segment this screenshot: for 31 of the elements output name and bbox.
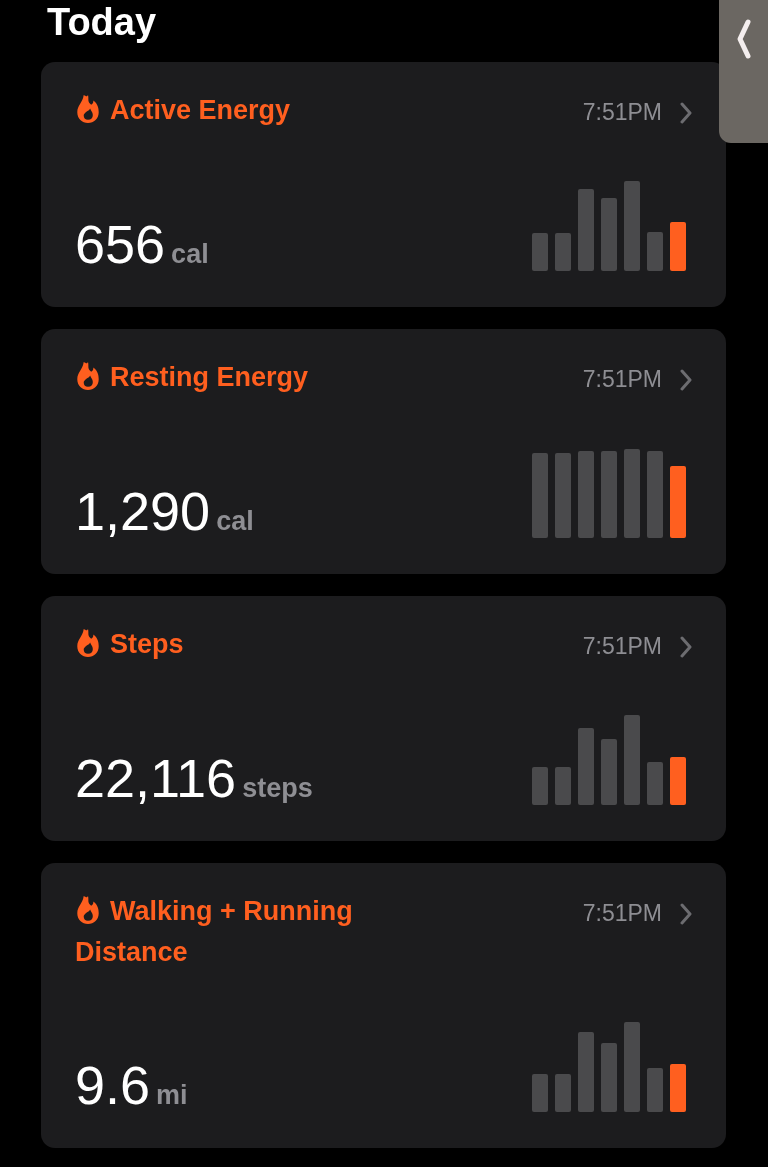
chevron-right-icon <box>680 635 692 658</box>
chevron-right-icon <box>680 902 692 925</box>
metric-unit: cal <box>171 239 209 270</box>
summary-card[interactable]: Active Energy 7:51PM 656 cal <box>41 62 726 307</box>
metric-unit: cal <box>216 506 254 537</box>
metric-unit: mi <box>156 1080 188 1111</box>
summary-card[interactable]: Walking + Running Distance 7:51PM 9.6 mi <box>41 863 726 1148</box>
metric-value: 9.6 <box>75 1058 151 1112</box>
card-title: Steps <box>75 624 184 665</box>
metric-value: 22,116 <box>75 751 237 805</box>
summary-card[interactable]: Steps 7:51PM 22,116 steps <box>41 596 726 841</box>
chevron-right-icon <box>680 101 692 124</box>
metric-unit: steps <box>242 773 313 804</box>
metric-value: 656 <box>75 217 166 271</box>
flame-icon <box>75 628 101 658</box>
flame-icon <box>75 94 101 124</box>
timestamp: 7:51PM <box>582 633 662 660</box>
metric-value: 1,290 <box>75 484 211 538</box>
timestamp: 7:51PM <box>582 366 662 393</box>
flame-icon <box>75 361 101 391</box>
chevron-left-icon <box>735 18 752 60</box>
chevron-right-icon <box>680 368 692 391</box>
flame-icon <box>75 895 101 925</box>
timestamp: 7:51PM <box>582 99 662 126</box>
card-title: Resting Energy <box>75 357 309 398</box>
card-title: Active Energy <box>75 90 291 131</box>
timestamp: 7:51PM <box>582 900 662 927</box>
page-title: Today <box>47 0 157 44</box>
card-title: Walking + Running Distance <box>75 894 353 969</box>
summary-card[interactable]: Resting Energy 7:51PM 1,290 cal <box>41 329 726 574</box>
side-tab[interactable] <box>719 0 768 143</box>
